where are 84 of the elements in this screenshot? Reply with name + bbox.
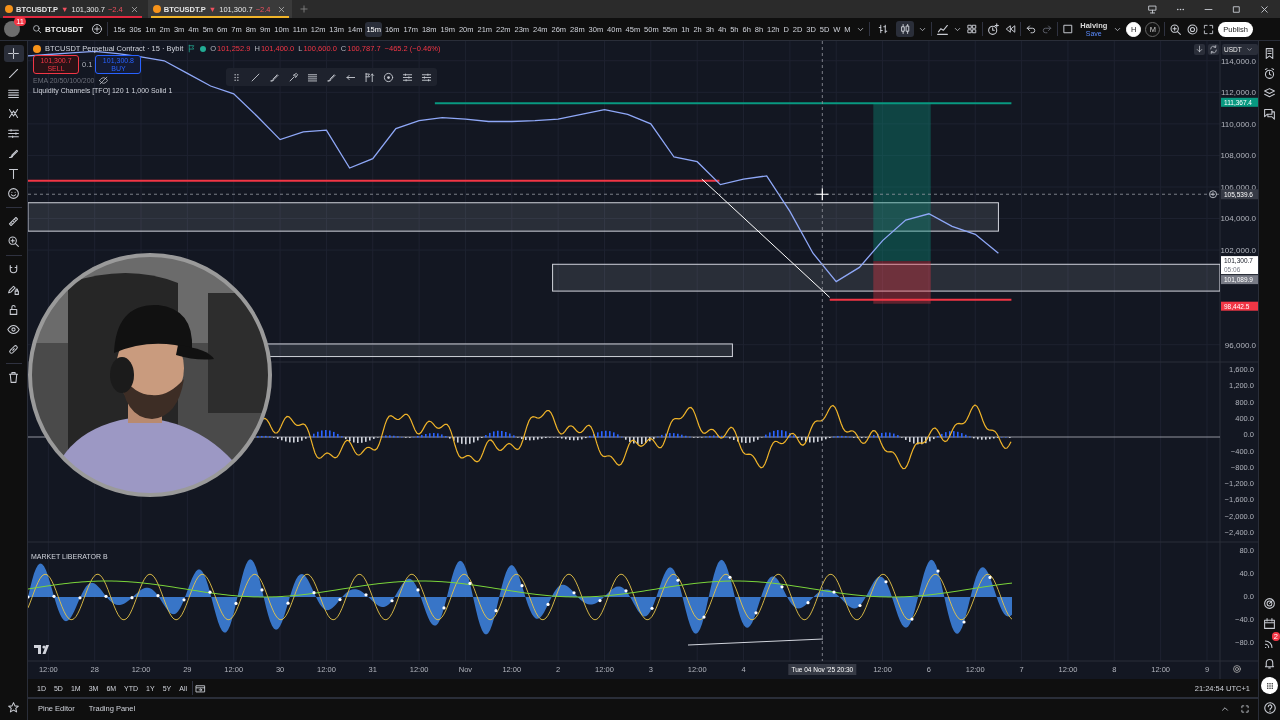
watchlist-icon[interactable] — [1263, 47, 1276, 60]
line-icon[interactable] — [250, 71, 261, 83]
price-axis-label: 112,000.0 — [1221, 88, 1256, 98]
eye-icon — [7, 323, 20, 336]
parallel-lines-icon — [7, 87, 20, 100]
trash-icon — [7, 371, 20, 384]
hidden-eye-icon[interactable] — [98, 76, 108, 85]
close-icon[interactable] — [1259, 3, 1270, 15]
pencil-lock-icon — [7, 283, 20, 296]
new-tab-icon[interactable] — [299, 4, 310, 14]
price-axis-label: 108,000.0 — [1220, 151, 1256, 161]
bell-icon[interactable] — [1263, 657, 1276, 670]
smiley-icon — [7, 187, 20, 200]
maximize-icon[interactable] — [1231, 3, 1242, 15]
price-axis-label: 96,000.0 — [1224, 340, 1256, 350]
undo-icon[interactable] — [1025, 23, 1038, 35]
help-icon[interactable] — [1262, 701, 1277, 715]
text-tool-icon — [7, 167, 20, 180]
sliders-icon[interactable] — [402, 71, 413, 83]
layers-icon[interactable] — [1263, 87, 1276, 100]
logo-icon — [34, 645, 49, 654]
magnet-icon — [7, 263, 20, 276]
flag-icon[interactable] — [364, 71, 375, 83]
coin-icon — [5, 5, 13, 13]
apps-button[interactable] — [1261, 677, 1278, 694]
status-dot — [200, 45, 207, 52]
price-axis-label: 102,000.0 — [1220, 245, 1256, 255]
rewind-icon[interactable] — [1004, 23, 1017, 35]
ruler-icon — [7, 215, 20, 228]
settings-icon[interactable] — [1232, 664, 1242, 674]
line-tool-icon — [7, 67, 20, 80]
calendar-icon[interactable] — [1263, 617, 1276, 630]
fib-icon — [7, 127, 20, 140]
target-icon[interactable] — [383, 71, 394, 83]
sync-icon — [1209, 45, 1218, 54]
add-symbol-icon[interactable] — [91, 23, 104, 35]
settings-icon[interactable] — [1186, 22, 1200, 36]
coin-icon — [152, 5, 161, 13]
alarm-clock-icon[interactable] — [1263, 67, 1276, 80]
dropper-icon[interactable] — [288, 71, 299, 83]
brush-icon[interactable] — [269, 71, 280, 83]
radar-icon[interactable] — [1263, 597, 1276, 610]
layout-grid-icon[interactable] — [966, 23, 979, 35]
price-axis-label: 110,000.0 — [1221, 119, 1256, 129]
fullscreen-icon[interactable] — [1203, 23, 1215, 35]
lines-icon[interactable] — [307, 71, 318, 83]
search-icon — [32, 24, 42, 34]
link-icon — [7, 343, 20, 356]
price-axis-label: 104,000.0 — [1220, 214, 1256, 224]
unlock-icon — [7, 303, 20, 316]
pattern-icon — [7, 107, 20, 120]
calendar-icon[interactable] — [195, 682, 206, 694]
add-alert-icon[interactable] — [1209, 190, 1217, 199]
sliders-icon[interactable] — [421, 71, 432, 83]
expand-icon[interactable] — [1240, 703, 1250, 714]
monitor-icon[interactable] — [1147, 3, 1158, 15]
brush-icon — [7, 147, 20, 160]
cursor-icon — [815, 187, 829, 201]
bars-icon — [877, 23, 890, 35]
chart-type-button[interactable] — [896, 21, 915, 37]
zoom-icon[interactable] — [1169, 22, 1183, 36]
zoom-in-icon — [7, 235, 20, 248]
price-axis-label: 114,000.0 — [1221, 56, 1256, 66]
arrow-down-icon — [1195, 45, 1204, 54]
square-icon[interactable] — [1062, 23, 1075, 35]
scroll-down-button[interactable] — [1194, 44, 1205, 55]
tool-button[interactable] — [3, 45, 24, 62]
star-icon[interactable] — [7, 701, 20, 714]
close-icon[interactable] — [129, 4, 139, 14]
symbol-search[interactable]: BTCUSDT — [28, 24, 88, 34]
crosshair-icon — [7, 47, 20, 60]
chat-icon[interactable] — [1263, 107, 1276, 120]
chevron-down-icon — [1245, 46, 1253, 53]
candles-icon — [899, 23, 912, 35]
indicators-icon[interactable] — [936, 22, 950, 36]
flag-icon[interactable] — [187, 44, 197, 53]
feed-icon[interactable] — [1263, 637, 1276, 650]
sync-button[interactable] — [1208, 44, 1219, 55]
alarm-clock-icon[interactable] — [987, 22, 1001, 36]
brush-icon[interactable] — [326, 71, 337, 83]
coin-icon — [33, 44, 41, 53]
close-icon[interactable] — [277, 4, 287, 14]
price-axis-label: 106,000.0 — [1220, 182, 1256, 192]
drag-handle-icon[interactable] — [231, 71, 242, 83]
